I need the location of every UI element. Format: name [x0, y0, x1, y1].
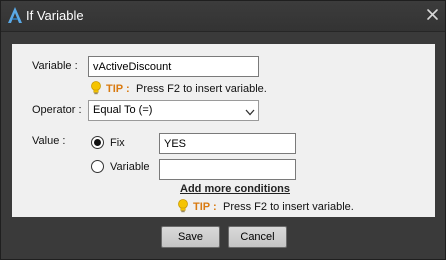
variable-input[interactable]	[88, 56, 259, 77]
tip-label: TIP :	[106, 83, 130, 95]
operator-dropdown[interactable]: Equal To (=)	[88, 100, 259, 121]
cancel-button[interactable]: Cancel	[228, 226, 287, 248]
operator-label: Operator :	[32, 104, 82, 116]
lightbulb-icon	[177, 199, 189, 213]
if-variable-dialog: If Variable Variable : TIP : Press F2 to…	[0, 0, 446, 260]
radio-selected-dot	[94, 139, 101, 146]
condition-panel: Variable : TIP : Press F2 to insert vari…	[12, 44, 435, 217]
add-more-conditions-link[interactable]: Add more conditions	[180, 183, 290, 195]
variable-label: Variable :	[32, 60, 78, 72]
fix-value-input[interactable]	[159, 133, 296, 154]
radio-variable-label: Variable	[110, 161, 150, 173]
chevron-down-icon	[245, 107, 255, 116]
window-title: If Variable	[26, 8, 84, 23]
tip-text: Press F2 to insert variable.	[136, 83, 267, 95]
tip-label: TIP :	[193, 201, 217, 213]
radio-variable[interactable]	[91, 160, 104, 173]
radio-fix[interactable]	[91, 136, 104, 149]
value-label: Value :	[32, 135, 66, 147]
save-button[interactable]: Save	[161, 226, 220, 248]
lightbulb-icon	[90, 81, 102, 95]
tip-text: Press F2 to insert variable.	[223, 201, 354, 213]
close-icon[interactable]	[424, 6, 441, 23]
app-logo-icon	[7, 6, 23, 24]
radio-fix-label: Fix	[110, 137, 125, 149]
operator-selected-value: Equal To (=)	[93, 104, 153, 116]
title-bar[interactable]: If Variable	[1, 1, 445, 32]
variable-value-input[interactable]	[159, 159, 296, 180]
